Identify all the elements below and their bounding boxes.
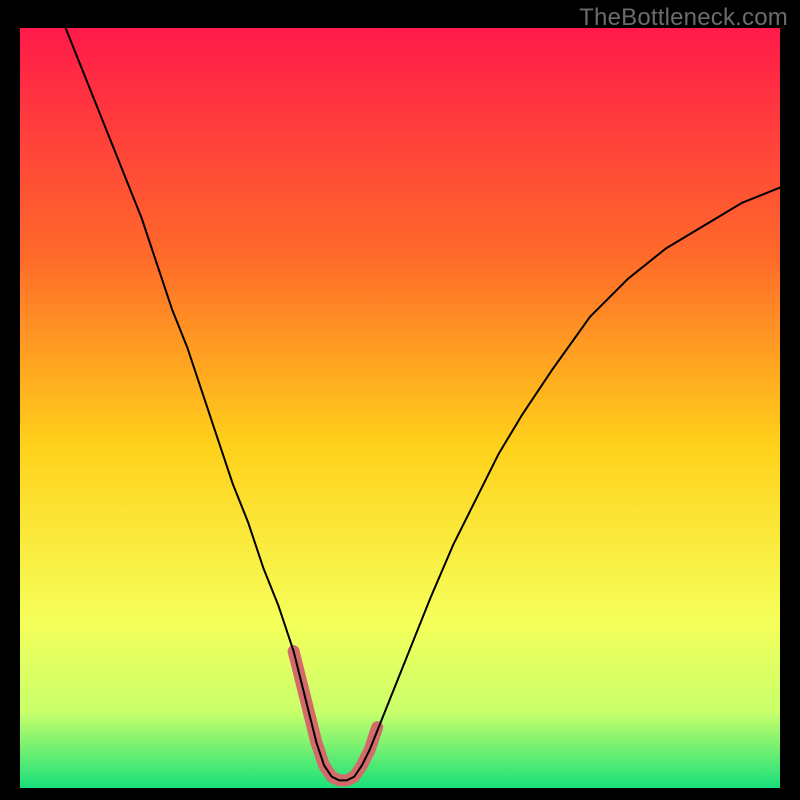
chart-svg	[20, 28, 780, 788]
chart-frame: TheBottleneck.com	[0, 0, 800, 800]
chart-plot	[20, 28, 780, 788]
